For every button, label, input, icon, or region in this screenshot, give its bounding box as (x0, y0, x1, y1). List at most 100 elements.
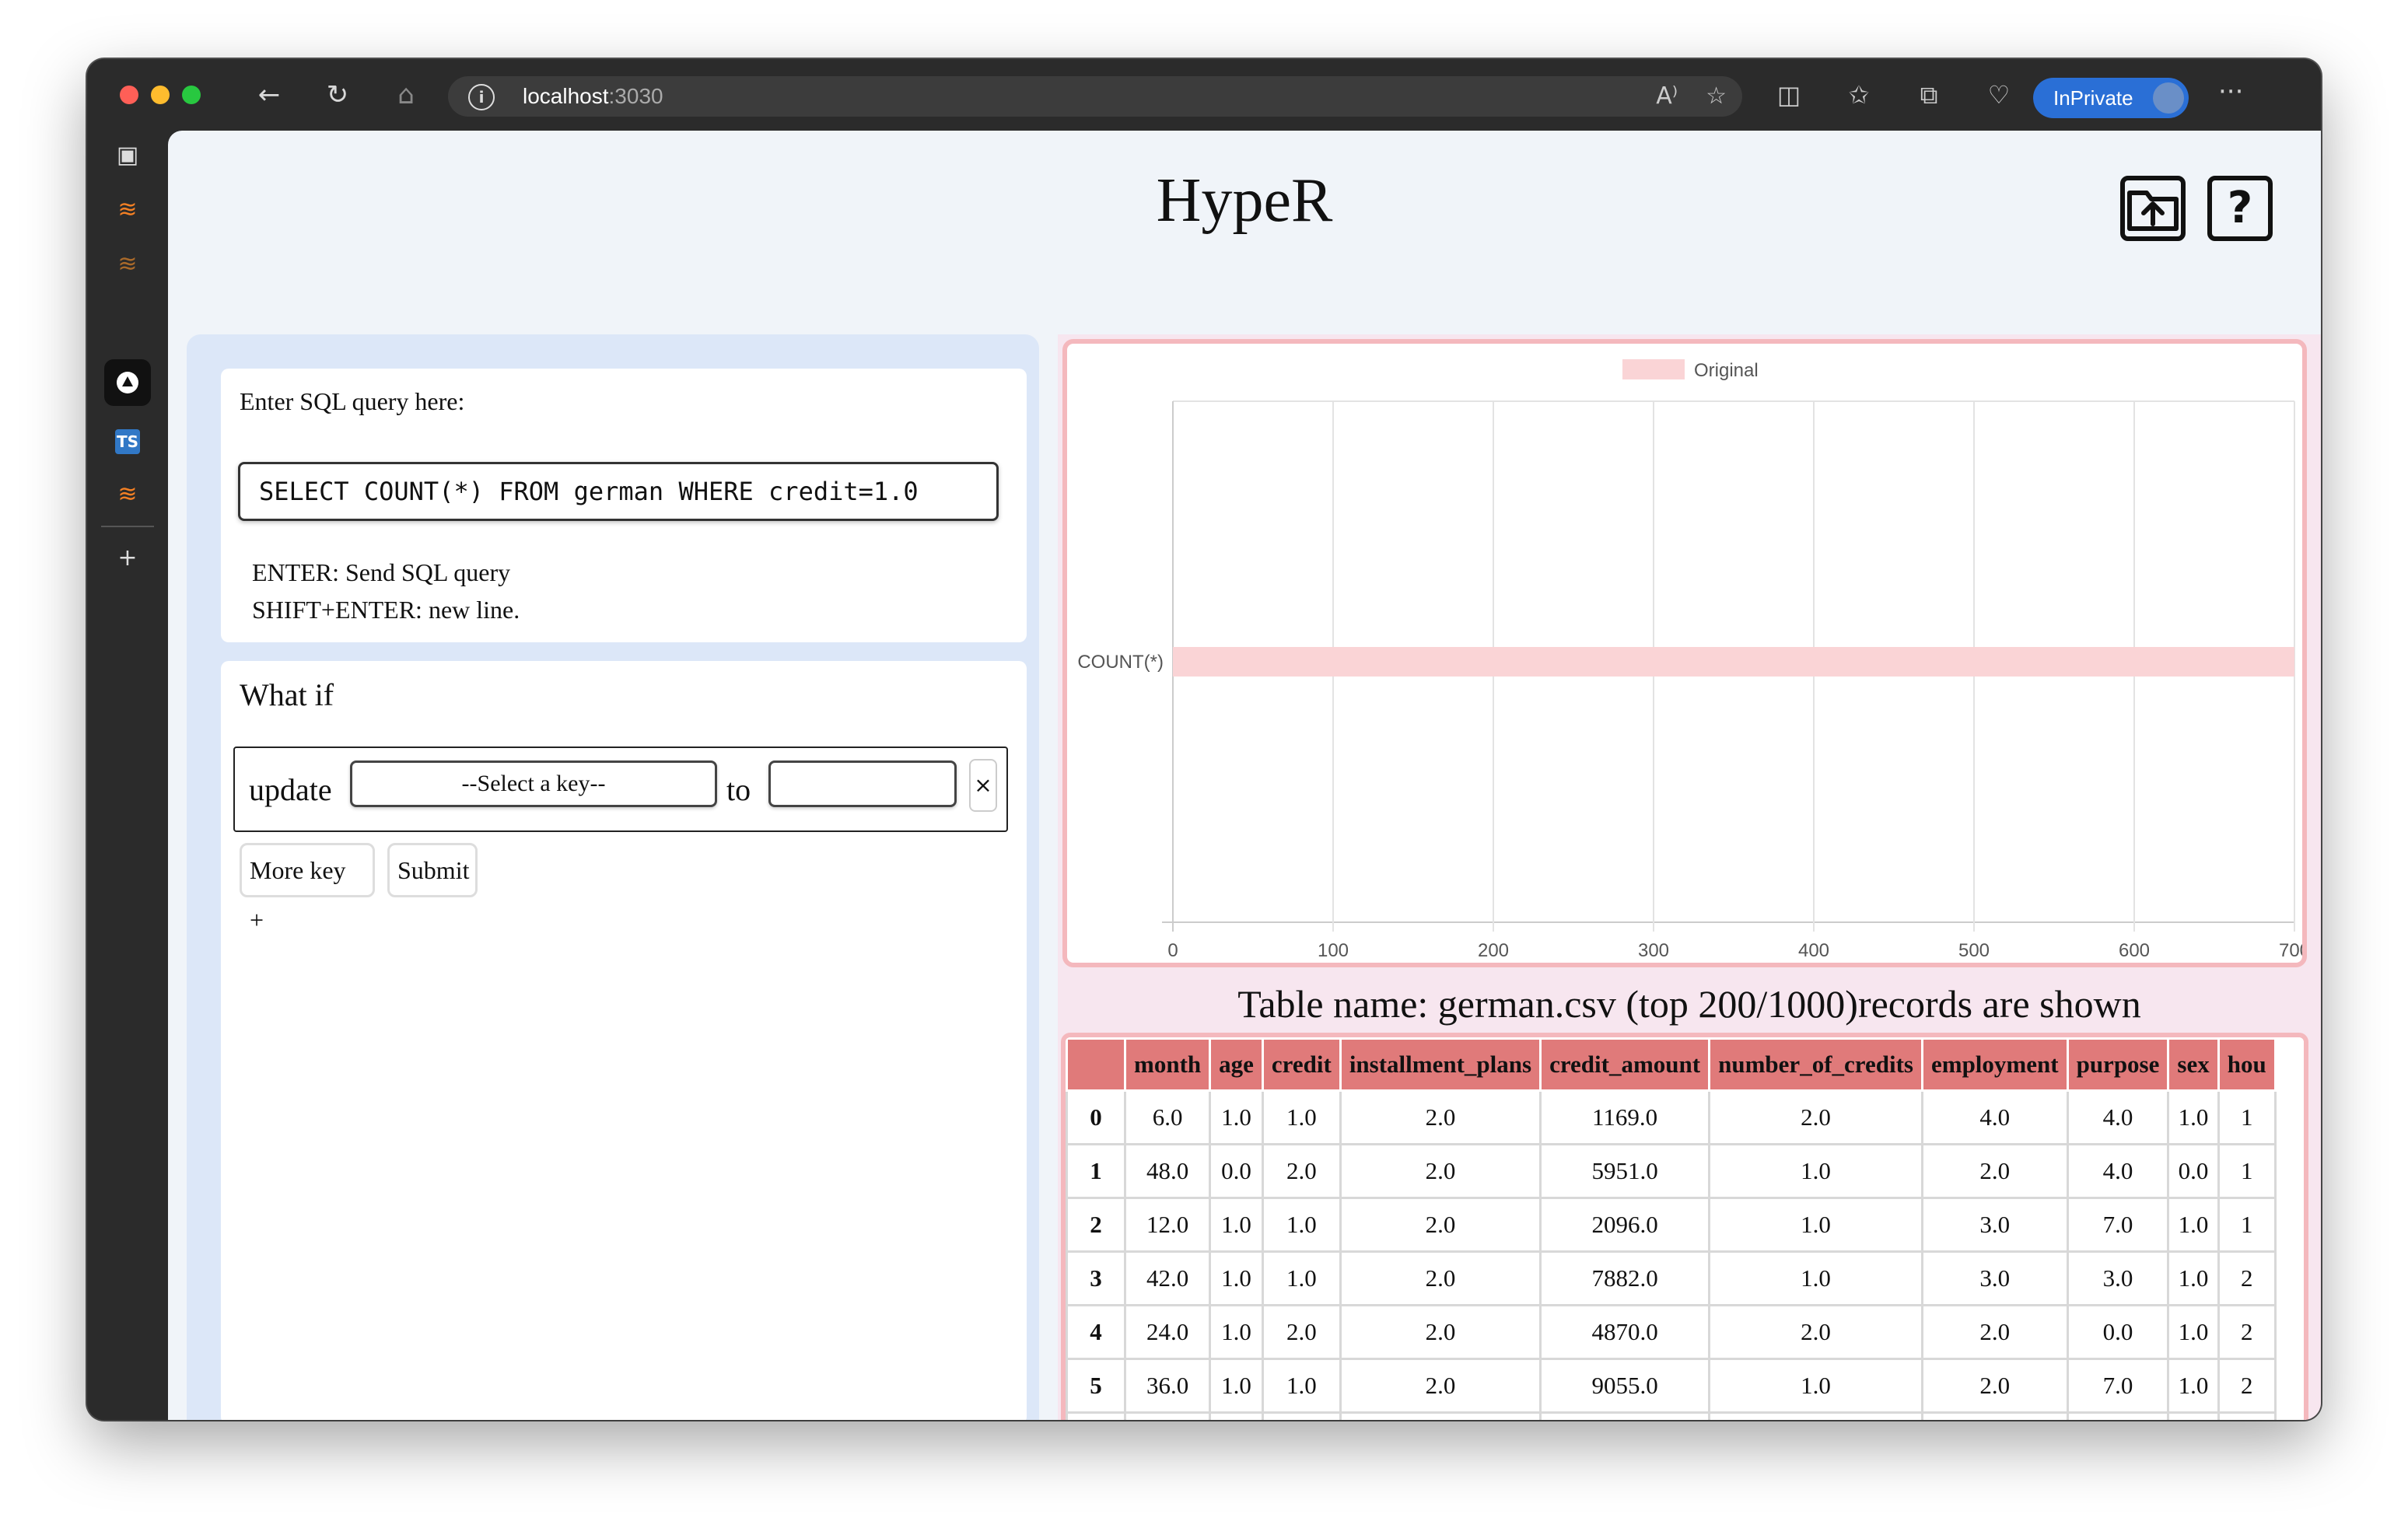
page-content: HypeR ? Enter SQL query here: SELECT COU… (168, 131, 2321, 1420)
y-tick-label: COUNT(*) (1077, 652, 1164, 673)
table-cell: 24.0 (1123, 1304, 1212, 1360)
whatif-update-row: update --Select a key-- to × (233, 747, 1008, 832)
whatif-title: What if (240, 677, 334, 712)
favorite-star-icon[interactable]: ☆ (1706, 81, 1727, 112)
table-cell (2066, 1411, 2170, 1420)
column-header-purpose: purpose (2066, 1037, 2170, 1092)
sql-hint-enter: ENTER: Send SQL query (252, 558, 511, 586)
table-cell: 1.0 (1261, 1089, 1342, 1145)
x-tick-label: 0 (1167, 940, 1178, 961)
collections-icon[interactable]: ⧉ (1910, 76, 1948, 114)
table-cell: 2.0 (1708, 1304, 1923, 1360)
address-bar[interactable]: i localhost:3030 A⁾ ☆ (448, 76, 1742, 117)
avatar (2153, 82, 2184, 114)
column-header-credit_amount: credit_amount (1539, 1037, 1711, 1092)
home-icon[interactable]: ⌂ (389, 78, 423, 112)
browser-essentials-icon[interactable]: ♡ (1980, 76, 2018, 114)
typescript-tab-icon[interactable]: TS (115, 429, 140, 454)
data-table-container[interactable]: month age credit installment_plans credit_am… (1061, 1033, 2308, 1420)
stackoverflow-tab-icon[interactable]: ≋ (104, 471, 151, 518)
tab-actions-icon[interactable]: ▣ (104, 132, 151, 179)
table-cell: 2.0 (1339, 1089, 1542, 1145)
close-window-button[interactable] (120, 86, 138, 104)
table-cell: 1.0 (1209, 1304, 1264, 1360)
table-row: 6 (1066, 1411, 2277, 1420)
table-row: 1 48.0 0.0 2.0 2.0 5951.0 1.0 2.0 4.0 0.0 1 (1066, 1143, 2277, 1199)
x-tick-label: 700 (2279, 940, 2302, 961)
chart-container: 0 100 200 300 400 500 600 700 COUNT(*) Original (1062, 339, 2310, 967)
table-cell: 42.0 (1123, 1250, 1212, 1306)
table-cell (1123, 1411, 1212, 1420)
back-icon[interactable]: ← (252, 78, 286, 112)
x-tick-label: 600 (2119, 940, 2150, 961)
table-cell: 1.0 (1209, 1358, 1264, 1414)
inprivate-badge[interactable]: InPrivate (2033, 78, 2189, 118)
whatif-card: What if update --Select a key-- to × Mor… (221, 661, 1027, 1420)
table-cell: 1.0 (1261, 1358, 1342, 1414)
table-row: 0 6.0 1.0 1.0 2.0 1169.0 2.0 4.0 4.0 1.0 1 (1066, 1089, 2277, 1145)
sql-label: Enter SQL query here: (240, 387, 465, 415)
column-header-credit: credit (1261, 1037, 1342, 1092)
more-options-icon[interactable]: ··· (2218, 76, 2243, 107)
column-header-number_of_credits: number_of_credits (1708, 1037, 1923, 1092)
table-cell: 2.0 (1339, 1358, 1542, 1414)
stackoverflow-tab-icon[interactable]: ≋ (104, 241, 151, 288)
stackoverflow-tab-icon[interactable]: ≋ (104, 187, 151, 233)
column-header-hou: hou (2217, 1037, 2277, 1092)
table-cell: 9055.0 (1539, 1358, 1711, 1414)
update-value-input[interactable] (768, 761, 957, 807)
row-index-cell: 4 (1066, 1304, 1126, 1360)
data-table: month age credit installment_plans credit_am… (1066, 1037, 2277, 1420)
table-cell (1708, 1411, 1923, 1420)
row-index-cell: 2 (1066, 1197, 1126, 1253)
column-header-month: month (1123, 1037, 1212, 1092)
table-cell: 4.0 (1920, 1089, 2069, 1145)
table-cell: 1.0 (2167, 1089, 2220, 1145)
table-cell: 5951.0 (1539, 1143, 1711, 1199)
column-header-sex: sex (2167, 1037, 2220, 1092)
update-label: update (249, 772, 332, 807)
table-cell: 48.0 (1123, 1143, 1212, 1199)
site-info-icon[interactable]: i (468, 84, 495, 110)
table-cell: 2 (2217, 1358, 2277, 1414)
table-cell: 1.0 (1261, 1250, 1342, 1306)
maximize-window-button[interactable] (182, 86, 201, 104)
table-row: 4 24.0 1.0 2.0 2.0 4870.0 2.0 2.0 0.0 1.0 2 (1066, 1304, 2277, 1360)
x-tick-label: 100 (1318, 940, 1349, 961)
help-icon: ? (2227, 183, 2253, 233)
table-cell: 1 (2217, 1197, 2277, 1253)
table-cell: 6.0 (1123, 1089, 1212, 1145)
favorites-icon[interactable]: ✩ (1840, 76, 1878, 114)
table-cell: 1.0 (1708, 1197, 1923, 1253)
sql-query-input[interactable]: SELECT COUNT(*) FROM german WHERE credit… (238, 462, 999, 521)
table-cell: 1.0 (2167, 1250, 2220, 1306)
read-aloud-icon[interactable]: A⁾ (1656, 81, 1678, 112)
column-header-age: age (1209, 1037, 1264, 1092)
key-select[interactable]: --Select a key-- (350, 761, 717, 807)
minimize-window-button[interactable] (151, 86, 170, 104)
split-screen-icon[interactable]: ◫ (1770, 76, 1808, 114)
add-tab-icon[interactable]: + (104, 535, 151, 582)
table-title: Table name: german.csv (top 200/1000)rec… (1237, 982, 2141, 1026)
table-cell: 4870.0 (1539, 1304, 1711, 1360)
x-tick-label: 400 (1798, 940, 1829, 961)
table-cell: 1.0 (2167, 1197, 2220, 1253)
table-cell (1339, 1411, 1542, 1420)
browser-sidebar: ▣ ≋ ≋ TS ≋ + (87, 131, 168, 1420)
sql-hint-shift: SHIFT+ENTER: new line. (252, 596, 520, 624)
sql-card: Enter SQL query here: SELECT COUNT(*) FR… (221, 369, 1027, 642)
submit-button[interactable]: Submit (387, 843, 478, 897)
table-cell: 1.0 (1708, 1250, 1923, 1306)
table-cell: 1 (2217, 1143, 2277, 1199)
more-key-button[interactable]: More key + (240, 843, 375, 934)
help-button[interactable]: ? (2207, 176, 2273, 241)
table-cell: 0.0 (1209, 1143, 1264, 1199)
column-header-installment_plans: installment_plans (1339, 1037, 1542, 1092)
sidebar-divider (101, 526, 154, 527)
refresh-icon[interactable]: ↻ (320, 78, 355, 112)
app-tab-icon[interactable] (104, 359, 151, 406)
url-text[interactable]: localhost:3030 (523, 84, 663, 109)
remove-key-button[interactable]: × (969, 759, 997, 812)
upload-folder-icon (2127, 191, 2179, 231)
upload-folder-button[interactable] (2120, 176, 2186, 241)
